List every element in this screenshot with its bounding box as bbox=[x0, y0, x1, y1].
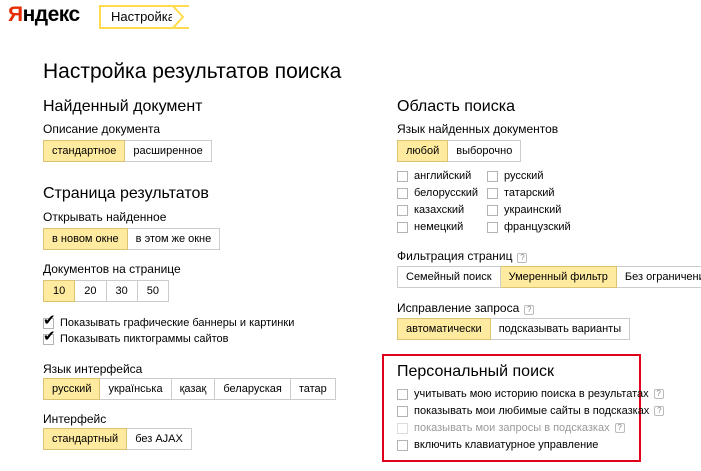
show-banners-label: Показывать графические баннеры и картинк… bbox=[60, 317, 295, 329]
checkbox-box[interactable] bbox=[397, 170, 408, 182]
option-20[interactable]: 20 bbox=[75, 280, 107, 302]
lang-checkbox-french[interactable]: французский bbox=[487, 221, 571, 233]
option-automatic[interactable]: автоматически bbox=[397, 318, 491, 340]
help-icon[interactable]: ? bbox=[524, 305, 535, 315]
option-ukrainian[interactable]: українська bbox=[100, 378, 172, 400]
logo-text: ндекс bbox=[22, 3, 81, 26]
lang-label: французский bbox=[504, 221, 571, 233]
checkbox-box[interactable] bbox=[487, 221, 498, 233]
query-correction-label: Исправление запроса bbox=[397, 301, 520, 315]
option-selective-lang[interactable]: выборочно bbox=[448, 140, 522, 162]
yandex-logo[interactable]: Яндекс bbox=[8, 3, 80, 27]
page-filter-selector: Семейный поиск Умеренный фильтр Без огра… bbox=[397, 266, 701, 288]
option-moderate-filter[interactable]: Умеренный фильтр bbox=[500, 266, 617, 288]
show-banners-checkbox[interactable]: ✔ Показывать графические баннеры и карти… bbox=[43, 313, 295, 329]
option-belarusian[interactable]: беларуская bbox=[215, 378, 291, 400]
keyboard-control-checkbox[interactable]: включить клавиатурное управление bbox=[397, 439, 598, 451]
lang-checkbox-german[interactable]: немецкий bbox=[397, 221, 463, 233]
breadcrumb-label: Настройка bbox=[111, 9, 175, 24]
open-found-selector: в новом окне в этом же окне bbox=[43, 228, 221, 250]
doc-description-selector: стандартное расширенное bbox=[43, 140, 212, 162]
checkbox-box[interactable] bbox=[487, 204, 498, 216]
help-icon[interactable]: ? bbox=[653, 389, 664, 399]
checkbox-box[interactable]: ✔ bbox=[43, 313, 56, 329]
results-page-title: Страница результатов bbox=[43, 185, 209, 202]
docs-per-page-label: Документов на странице bbox=[43, 262, 181, 276]
checkbox-box[interactable] bbox=[397, 187, 408, 199]
help-icon[interactable]: ? bbox=[614, 423, 625, 433]
lang-checkbox-ukrainian[interactable]: украинский bbox=[487, 204, 561, 216]
checkbox-box[interactable] bbox=[487, 170, 498, 182]
option-family-search[interactable]: Семейный поиск bbox=[397, 266, 501, 288]
checkbox-box[interactable] bbox=[397, 388, 408, 400]
lang-label: белорусский bbox=[414, 187, 479, 199]
personal-search-title: Персональный поиск bbox=[397, 363, 554, 380]
doc-lang-label: Язык найденных документов bbox=[397, 122, 559, 136]
show-icons-label: Показывать пиктограммы сайтов bbox=[60, 333, 229, 345]
lang-label: английский bbox=[414, 170, 472, 182]
option-no-ajax[interactable]: без AJAX bbox=[127, 428, 192, 450]
lang-label: русский bbox=[504, 170, 544, 182]
option-tatar[interactable]: татар bbox=[290, 378, 336, 400]
interface-lang-label: Язык интерфейса bbox=[43, 362, 143, 376]
option-same-window[interactable]: в этом же окне bbox=[127, 228, 221, 250]
page-filter-label-row: Фильтрация страниц? bbox=[397, 249, 528, 263]
lang-checkbox-english[interactable]: английский bbox=[397, 170, 471, 182]
search-area-title: Область поиска bbox=[397, 98, 515, 115]
checkmark-icon: ✔ bbox=[43, 327, 56, 345]
personal-favorites-checkbox[interactable]: показывать мои любимые сайты в подсказка… bbox=[397, 405, 665, 417]
checkbox-box[interactable] bbox=[397, 405, 408, 417]
lang-label: украинский bbox=[504, 204, 562, 216]
logo-letter: Я bbox=[8, 3, 23, 26]
lang-checkbox-belarusian[interactable]: белорусский bbox=[397, 187, 478, 199]
lang-checkbox-tatar[interactable]: татарский bbox=[487, 187, 555, 199]
interface-label: Интерфейс bbox=[43, 412, 107, 426]
checkbox-box[interactable] bbox=[397, 439, 408, 451]
checkbox-box[interactable]: ✔ bbox=[43, 329, 56, 345]
doc-lang-selector: любой выборочно bbox=[397, 140, 522, 162]
checkmark-icon: ✔ bbox=[43, 311, 56, 329]
interface-lang-selector: русский українська қазақ беларуская тата… bbox=[43, 378, 336, 400]
lang-label: казахский bbox=[414, 204, 465, 216]
lang-label: татарский bbox=[504, 187, 555, 199]
query-correction-selector: автоматически подсказывать варианты bbox=[397, 318, 631, 340]
personal-history-checkbox[interactable]: учитывать мою историю поиска в результат… bbox=[397, 388, 664, 400]
option-no-restrictions[interactable]: Без ограничений bbox=[616, 266, 701, 288]
page-filter-label: Фильтрация страниц bbox=[397, 249, 513, 263]
option-standard-interface[interactable]: стандартный bbox=[43, 428, 128, 450]
doc-description-label: Описание документа bbox=[43, 122, 161, 136]
checkbox-box[interactable] bbox=[397, 221, 408, 233]
option-50[interactable]: 50 bbox=[137, 280, 169, 302]
personal-queries-checkbox: показывать мои запросы в подсказках? bbox=[397, 422, 625, 434]
option-standard-desc[interactable]: стандартное bbox=[43, 140, 126, 162]
lang-checkbox-kazakh[interactable]: казахский bbox=[397, 204, 464, 216]
interface-selector: стандартный без AJAX bbox=[43, 428, 192, 450]
help-icon[interactable]: ? bbox=[517, 253, 528, 263]
option-extended-desc[interactable]: расширенное bbox=[125, 140, 212, 162]
option-any-lang[interactable]: любой bbox=[397, 140, 449, 162]
checkbox-box[interactable] bbox=[397, 204, 408, 216]
lang-label: немецкий bbox=[414, 221, 464, 233]
checkbox-box[interactable] bbox=[487, 187, 498, 199]
show-icons-checkbox[interactable]: ✔ Показывать пиктограммы сайтов bbox=[43, 329, 229, 345]
docs-per-page-selector: 10 20 30 50 bbox=[43, 280, 169, 302]
found-document-title: Найденный документ bbox=[43, 98, 203, 115]
query-correction-label-row: Исправление запроса? bbox=[397, 301, 535, 315]
personal-history-label: учитывать мою историю поиска в результат… bbox=[414, 388, 649, 400]
checkbox-box bbox=[397, 422, 408, 434]
option-russian[interactable]: русский bbox=[43, 378, 101, 400]
option-new-window[interactable]: в новом окне bbox=[43, 228, 128, 250]
option-kazakh[interactable]: қазақ bbox=[171, 378, 216, 400]
page-title: Настройка результатов поиска bbox=[43, 60, 342, 83]
option-suggest-variants[interactable]: подсказывать варианты bbox=[490, 318, 631, 340]
option-30[interactable]: 30 bbox=[106, 280, 138, 302]
open-found-label: Открывать найденное bbox=[43, 210, 167, 224]
option-10[interactable]: 10 bbox=[43, 280, 76, 302]
personal-favorites-label: показывать мои любимые сайты в подсказка… bbox=[414, 405, 650, 417]
keyboard-control-label: включить клавиатурное управление bbox=[414, 439, 599, 451]
lang-checkbox-russian[interactable]: русский bbox=[487, 170, 543, 182]
personal-queries-label: показывать мои запросы в подсказках bbox=[414, 422, 610, 434]
help-icon[interactable]: ? bbox=[654, 406, 665, 416]
